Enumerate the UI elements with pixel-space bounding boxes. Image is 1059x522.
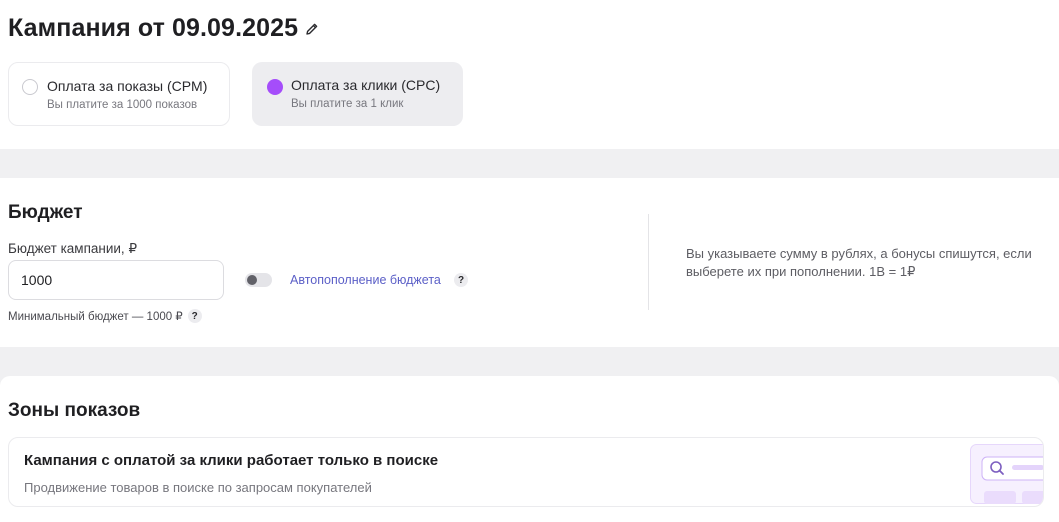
min-budget-text: Минимальный бюджет — 1000 ₽ [8, 311, 183, 323]
divider [648, 214, 649, 310]
payment-option-subtitle: Вы платите за 1 клик [291, 98, 404, 110]
question-icon[interactable]: ? [454, 273, 468, 287]
payment-option-cpc[interactable]: Оплата за клики (CPC) Вы платите за 1 кл… [252, 62, 463, 126]
zones-section: Зоны показов Кампания с оплатой за клики… [0, 376, 1059, 522]
budget-section: Бюджет Бюджет кампании, ₽ Минимальный бю… [0, 178, 1059, 347]
zone-card-title: Кампания с оплатой за клики работает тол… [24, 452, 439, 469]
payment-option-subtitle: Вы платите за 1000 показов [47, 99, 198, 111]
page-title: Кампания от 09.09.2025 [8, 14, 319, 43]
budget-field-label: Бюджет кампании, ₽ [8, 241, 138, 256]
payment-option-title: Оплата за показы (CPM) [47, 78, 208, 94]
search-zone-card[interactable]: Кампания с оплатой за клики работает тол… [8, 437, 1044, 507]
zone-card-subtitle: Продвижение товаров в поиске по запросам… [24, 480, 372, 495]
payment-option-cpm[interactable]: Оплата за показы (CPM) Вы платите за 100… [8, 62, 230, 126]
payment-option-title: Оплата за клики (CPC) [291, 77, 441, 93]
pencil-icon[interactable] [305, 22, 319, 36]
budget-title: Бюджет [8, 202, 83, 223]
budget-info-note: Вы указываете сумму в рублях, а бонусы с… [686, 246, 1032, 279]
radio-cpc-selected[interactable] [267, 79, 283, 95]
autofill-link[interactable]: Автопополнение бюджета [290, 273, 441, 287]
search-illustration [970, 444, 1043, 506]
zones-title: Зоны показов [8, 400, 141, 421]
toggle-knob [247, 275, 257, 285]
budget-input[interactable] [8, 260, 224, 300]
radio-cpm[interactable] [22, 79, 38, 95]
min-budget-note: Минимальный бюджет — 1000 ₽ ? [8, 309, 202, 323]
question-icon[interactable]: ? [187, 309, 202, 323]
page-title-text: Кампания от 09.09.2025 [8, 14, 299, 42]
autofill-toggle[interactable] [245, 273, 272, 287]
campaign-header-section: Кампания от 09.09.2025 Оплата за показы … [0, 0, 1059, 149]
